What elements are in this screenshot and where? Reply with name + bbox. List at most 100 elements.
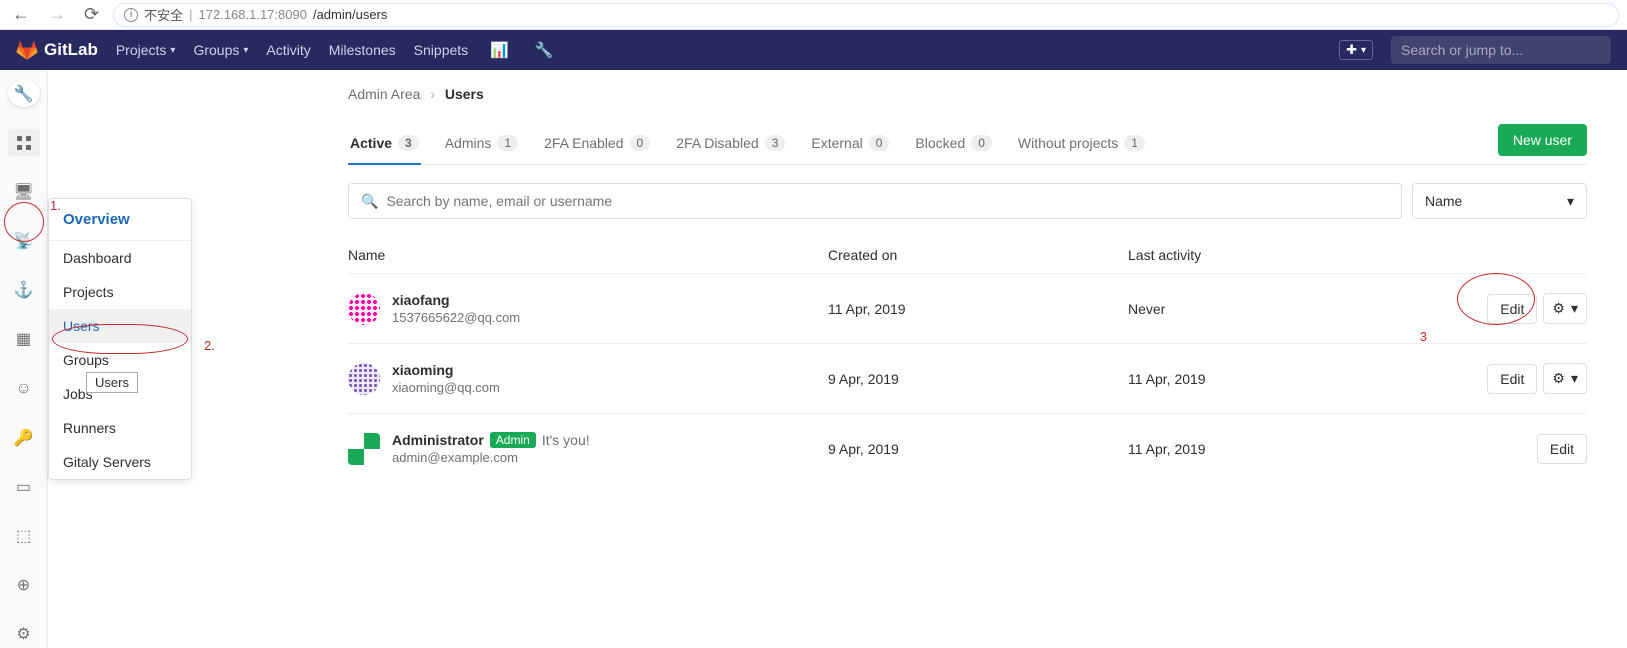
last-activity: 11 Apr, 2019 bbox=[1128, 441, 1388, 457]
submenu-item-dashboard[interactable]: Dashboard bbox=[49, 241, 191, 275]
chevron-down-icon: ▾ bbox=[170, 45, 175, 56]
user-name[interactable]: xiaofang bbox=[392, 292, 450, 308]
caret-down-icon: ▾ bbox=[1571, 370, 1578, 387]
nav-snippets[interactable]: Snippets bbox=[414, 42, 468, 58]
edit-button[interactable]: Edit bbox=[1537, 434, 1587, 464]
rail-wrench-icon[interactable]: 🔧 bbox=[8, 80, 40, 107]
gear-icon: ⚙ bbox=[1552, 370, 1565, 387]
rail-overview-icon[interactable] bbox=[8, 129, 40, 156]
tab-without-projects[interactable]: Without projects1 bbox=[1016, 125, 1147, 165]
wrench-icon[interactable]: 🔧 bbox=[531, 41, 558, 59]
tab-2fa-enabled[interactable]: 2FA Enabled0 bbox=[542, 125, 652, 165]
submenu-item-runners[interactable]: Runners bbox=[49, 411, 191, 445]
left-rail: 🔧 🖥 📡 ⚓ ▦ ☺ 🔑 ▭ ⬚ ⊕ ⚙ Overview Dashboard… bbox=[0, 70, 48, 648]
rail-book-icon[interactable]: ▭ bbox=[8, 473, 40, 500]
nav-milestones[interactable]: Milestones bbox=[329, 42, 396, 58]
tab-2fa-disabled[interactable]: 2FA Disabled3 bbox=[674, 125, 787, 165]
gitlab-icon bbox=[16, 39, 38, 61]
avatar bbox=[348, 363, 380, 395]
count-badge: 0 bbox=[630, 135, 651, 151]
col-created: Created on bbox=[828, 247, 1128, 263]
nav-groups[interactable]: Groups▾ bbox=[193, 42, 248, 58]
submenu-item-users[interactable]: Users bbox=[49, 309, 191, 343]
edit-button[interactable]: Edit bbox=[1487, 294, 1537, 324]
gitlab-logo[interactable]: GitLab bbox=[16, 39, 98, 61]
url-host: 172.168.1.17:8090 bbox=[199, 7, 307, 22]
user-email: xiaoming@qq.com bbox=[392, 380, 828, 395]
insecure-label: 不安全 bbox=[144, 5, 183, 24]
new-user-button[interactable]: New user bbox=[1498, 124, 1587, 156]
browser-reload-button[interactable]: ⟳ bbox=[80, 4, 103, 25]
user-name[interactable]: xiaoming bbox=[392, 362, 453, 378]
count-badge: 0 bbox=[971, 135, 992, 151]
last-activity: 11 Apr, 2019 bbox=[1128, 371, 1388, 387]
user-email: 1537665622@qq.com bbox=[392, 310, 828, 325]
brand-label: GitLab bbox=[44, 40, 98, 60]
rail-apps-icon[interactable]: ▦ bbox=[8, 326, 40, 353]
user-row: xiaofang 1537665622@qq.com11 Apr, 2019Nev… bbox=[348, 273, 1587, 343]
rail-square-icon[interactable]: ⬚ bbox=[8, 523, 40, 550]
rail-broadcast-icon[interactable]: 📡 bbox=[8, 228, 40, 255]
last-activity: Never bbox=[1128, 301, 1388, 317]
caret-down-icon: ▾ bbox=[1571, 300, 1578, 317]
nav-activity[interactable]: Activity bbox=[266, 42, 310, 58]
top-navbar: GitLab Projects▾ Groups▾ Activity Milest… bbox=[0, 30, 1627, 70]
plus-icon: ✚ bbox=[1346, 42, 1357, 58]
gear-icon: ⚙ bbox=[1552, 300, 1565, 317]
browser-forward-button[interactable]: → bbox=[44, 4, 70, 25]
tab-blocked[interactable]: Blocked0 bbox=[913, 125, 994, 165]
tab-admins[interactable]: Admins1 bbox=[443, 125, 520, 165]
col-activity: Last activity bbox=[1128, 247, 1388, 263]
count-badge: 3 bbox=[765, 135, 786, 151]
rail-emoji-icon[interactable]: ☺ bbox=[8, 375, 40, 402]
new-dropdown[interactable]: ✚▾ bbox=[1339, 40, 1373, 60]
tab-external[interactable]: External0 bbox=[809, 125, 891, 165]
tabs-row: Active3 Admins1 2FA Enabled0 2FA Disabled3 E… bbox=[348, 124, 1587, 165]
browser-url-box[interactable]: i 不安全 | 172.168.1.17:8090/admin/users bbox=[113, 3, 1619, 27]
submenu-tooltip: Users bbox=[86, 372, 138, 393]
rail-hook-icon[interactable]: ⚓ bbox=[8, 277, 40, 304]
chart-icon[interactable]: 📊 bbox=[486, 41, 513, 59]
user-row: xiaomingxiaoming@qq.com9 Apr, 201911 Apr… bbox=[348, 343, 1587, 413]
submenu-item-projects[interactable]: Projects bbox=[49, 275, 191, 309]
search-icon: 🔍 bbox=[361, 193, 378, 210]
created-on: 11 Apr, 2019 bbox=[828, 301, 1128, 317]
submenu-header[interactable]: Overview bbox=[49, 199, 191, 241]
user-actions-dropdown[interactable]: ⚙▾ bbox=[1543, 293, 1587, 324]
rail-monitor-icon[interactable]: 🖥 bbox=[8, 178, 40, 205]
admin-badge: Admin bbox=[490, 432, 536, 448]
tab-active[interactable]: Active3 bbox=[348, 125, 421, 165]
count-badge: 1 bbox=[1124, 135, 1145, 151]
user-row: AdministratorAdminIt's you!admin@example… bbox=[348, 413, 1587, 483]
browser-back-button[interactable]: ← bbox=[8, 4, 34, 25]
user-actions-dropdown[interactable]: ⚙▾ bbox=[1543, 363, 1587, 394]
created-on: 9 Apr, 2019 bbox=[828, 441, 1128, 457]
chevron-right-icon: › bbox=[430, 86, 435, 102]
breadcrumb: Admin Area › Users bbox=[348, 86, 1587, 102]
user-search-input[interactable] bbox=[386, 193, 1389, 209]
rail-gear-icon[interactable]: ⚙ bbox=[8, 621, 40, 648]
rail-key-icon[interactable]: 🔑 bbox=[8, 424, 40, 451]
count-badge: 1 bbox=[497, 135, 518, 151]
nav-projects[interactable]: Projects▾ bbox=[116, 42, 176, 58]
user-name[interactable]: Administrator bbox=[392, 432, 484, 448]
count-badge: 3 bbox=[398, 135, 419, 151]
info-icon: i bbox=[124, 8, 138, 22]
count-badge: 0 bbox=[869, 135, 890, 151]
breadcrumb-root[interactable]: Admin Area bbox=[348, 86, 420, 102]
filter-row: 🔍 Name ▾ bbox=[348, 183, 1587, 219]
edit-button[interactable]: Edit bbox=[1487, 364, 1537, 394]
browser-address-bar: ← → ⟳ i 不安全 | 172.168.1.17:8090/admin/us… bbox=[0, 0, 1627, 30]
overview-submenu: Overview DashboardProjectsUsersGroupsJob… bbox=[48, 198, 192, 480]
sort-dropdown[interactable]: Name ▾ bbox=[1412, 183, 1587, 219]
global-search[interactable]: Search or jump to... bbox=[1391, 36, 1611, 64]
rail-globe-icon[interactable]: ⊕ bbox=[8, 572, 40, 599]
chevron-down-icon: ▾ bbox=[1361, 45, 1366, 56]
main-content: Admin Area › Users Active3 Admins1 2FA Ena… bbox=[48, 70, 1627, 648]
chevron-down-icon: ▾ bbox=[1567, 193, 1574, 210]
user-search-box[interactable]: 🔍 bbox=[348, 183, 1402, 219]
user-email: admin@example.com bbox=[392, 450, 828, 465]
submenu-item-gitaly-servers[interactable]: Gitaly Servers bbox=[49, 445, 191, 479]
chevron-down-icon: ▾ bbox=[243, 45, 248, 56]
avatar bbox=[348, 433, 380, 465]
